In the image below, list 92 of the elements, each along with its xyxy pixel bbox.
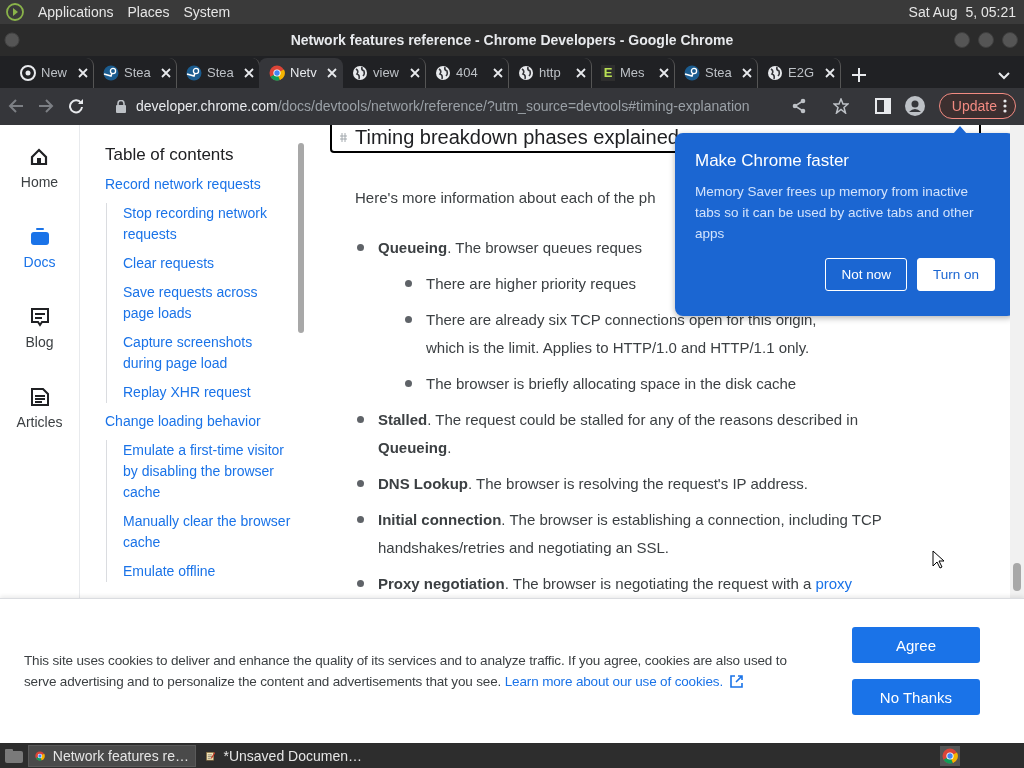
panel-menu[interactable]: Places (127, 4, 170, 20)
cookie-notice: This site uses cookies to deliver and enhance the quality of its services and to analyze traffic. If you agree, cookies are also used to serve advertising and to personalize the content and advertisements that you see. Learn more about our use of cookies. (24, 652, 788, 692)
toc-link[interactable]: Manually clear the browser cache (123, 510, 291, 553)
agree-button[interactable]: Agree (852, 627, 980, 664)
profile-icon[interactable] (904, 96, 925, 117)
rail-item[interactable]: Articles (16, 386, 63, 467)
toc-link[interactable]: Clear requests (123, 252, 291, 274)
bullet-icon (357, 243, 364, 251)
scrollbar-thumb[interactable] (1013, 562, 1021, 591)
forward-icon[interactable] (38, 98, 54, 115)
globe-icon (767, 64, 783, 81)
rail-item[interactable]: Blog (25, 306, 54, 387)
chrome-icon (20, 64, 36, 81)
list-text: The browser is briefly allocating space in the disk cache (426, 373, 797, 394)
toc-link[interactable]: Change loading behavior (105, 410, 320, 432)
section-heading: Timing breakdown phases explained (355, 126, 679, 150)
bullet-icon (357, 415, 364, 423)
browser-tab[interactable]: New (10, 57, 94, 88)
tray-chrome-icon[interactable] (940, 745, 960, 766)
taskbar-item[interactable]: *Unsaved Documen… (200, 744, 368, 767)
browser-tab[interactable]: Stea (674, 57, 758, 88)
no-thanks-button[interactable]: No Thanks (852, 679, 980, 716)
browser-tab[interactable]: E Mes (591, 57, 675, 88)
list-text: Stalled. The request could be stalled for any of the reasons described in Queueing. (378, 409, 859, 458)
address-field[interactable]: developer.chrome.com/docs/devtools/network/reference/?utm_source=devtools#timing-explanation (104, 92, 861, 121)
toc-link[interactable]: Replay XHR request (123, 381, 291, 403)
promo-text: Memory Saver frees up memory from inactive tabs so it can be used by active tabs and other apps (695, 182, 975, 243)
toc-link[interactable]: Save requests across page loads (123, 281, 291, 324)
update-button[interactable]: Update (938, 93, 1016, 120)
learn-more-link[interactable]: Learn more about our use of cookies. (504, 674, 723, 690)
intro-text: Here's more information about each of the ph (355, 187, 656, 208)
not-now-button[interactable]: Not now (825, 257, 907, 291)
toc-link[interactable]: Capture screenshots during page load (123, 331, 291, 374)
list-text: Queueing. The browser queues reques (378, 237, 642, 258)
bullet-icon (405, 379, 412, 387)
steam-icon (684, 64, 700, 81)
star-icon[interactable] (832, 98, 849, 115)
url-text: developer.chrome.com/docs/devtools/network/reference/?utm_source=devtools#timing-explanation (136, 98, 750, 115)
rail-item[interactable]: Docs (23, 226, 56, 307)
clock: Sat Aug 5, 05:21 (908, 4, 1016, 20)
show-desktop-icon[interactable] (4, 747, 24, 764)
more-icon[interactable] (1003, 99, 1007, 114)
reload-icon[interactable] (68, 98, 84, 115)
favicon-badge: E (601, 64, 615, 81)
mouse-cursor-icon (932, 549, 944, 569)
promo-title: Make Chrome faster (695, 150, 850, 171)
taskbar-item[interactable]: Network features re… (28, 744, 196, 767)
bullet-icon (405, 315, 412, 323)
scrollbar-thumb[interactable] (298, 142, 304, 333)
proxy-link[interactable]: proxy (815, 574, 853, 592)
bullet-icon (405, 279, 412, 287)
list-text: Proxy negotiation. The browser is negotiating the request with a proxy (378, 573, 853, 594)
panel-menu[interactable]: System (183, 4, 231, 20)
globe-icon (435, 64, 451, 81)
rail-item[interactable]: Home (20, 146, 59, 227)
toc-link[interactable]: Emulate a first-time visitor by disabling the browser cache (123, 439, 291, 503)
external-link-icon[interactable] (729, 674, 744, 690)
browser-tab[interactable]: 404 (425, 57, 509, 88)
list-text: Initial connection. The browser is establishing a connection, including TCP handshakes/retries and negotiating an SSL. (378, 509, 883, 558)
toc-title: Table of contents (105, 144, 235, 165)
steam-icon (103, 64, 119, 81)
toc-link[interactable]: Record network requests (105, 173, 320, 195)
message-icon (29, 306, 50, 327)
globe-icon (352, 64, 368, 81)
browser-tab[interactable]: Netv (259, 57, 343, 88)
browser-tab[interactable]: E2G (757, 57, 841, 88)
document-icon (29, 386, 50, 407)
share-icon[interactable] (790, 98, 807, 115)
back-icon[interactable] (8, 98, 24, 115)
toc-link[interactable]: Stop recording network requests (123, 202, 291, 245)
panel-menu[interactable]: Applications (38, 4, 114, 20)
window-title: Network features reference - Chrome Developers - Google Chrome (290, 31, 734, 48)
browser-tab[interactable]: http (508, 57, 592, 88)
new-tab-icon[interactable] (852, 67, 866, 82)
toc-link[interactable]: Emulate offline (123, 560, 291, 582)
list-text: There are higher priority reques (426, 273, 637, 294)
steam-icon (186, 64, 202, 81)
turn-on-button[interactable]: Turn on (916, 257, 995, 291)
menu-logo-icon[interactable] (6, 3, 24, 21)
bullet-icon (357, 479, 364, 487)
side-panel-icon[interactable] (874, 98, 891, 115)
list-text: DNS Lookup. The browser is resolving the request's IP address. (378, 473, 808, 494)
home-icon (29, 146, 50, 167)
globe-icon (518, 64, 534, 81)
bullet-icon (357, 515, 364, 523)
browser-tab[interactable]: Stea (93, 57, 177, 88)
tab-search-icon[interactable] (998, 71, 1010, 80)
lock-icon (116, 99, 126, 113)
folder-icon (29, 226, 50, 247)
chrome-icon (269, 64, 285, 81)
browser-tab[interactable]: view (342, 57, 426, 88)
bullet-icon (357, 579, 364, 587)
